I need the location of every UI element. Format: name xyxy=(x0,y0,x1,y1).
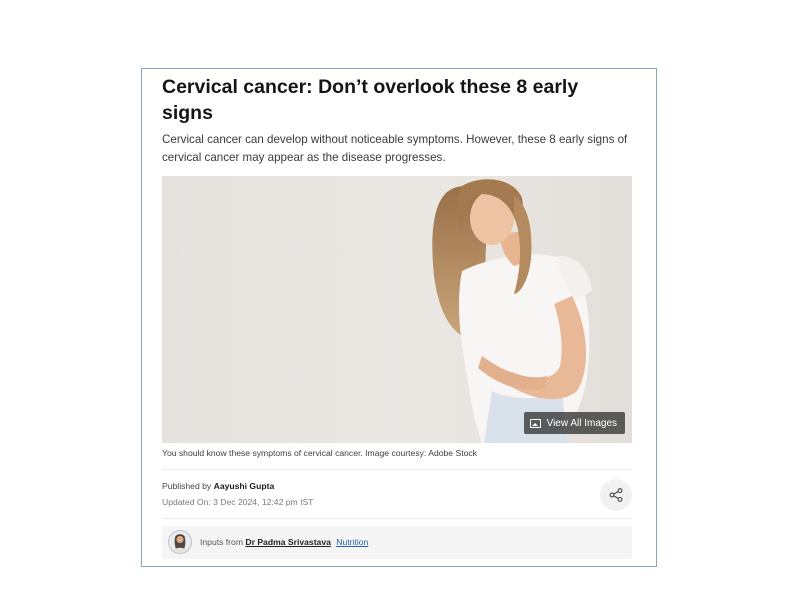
expert-name-link[interactable]: Dr Padma Srivastava xyxy=(245,537,331,547)
byline: Published by Aayushi Gupta xyxy=(162,481,274,491)
article-card: Cervical cancer: Don’t overlook these 8 … xyxy=(141,68,657,567)
share-button[interactable] xyxy=(600,479,632,511)
inputs-prefix: Inputs from xyxy=(200,537,243,547)
published-prefix: Published by xyxy=(162,481,212,491)
updated-timestamp: Updated On: 3 Dec 2024, 12:42 pm IST xyxy=(162,497,314,507)
expert-inputs-text: Inputs from Dr Padma Srivastava Nutritio… xyxy=(200,537,368,547)
view-all-images-label: View All Images xyxy=(546,417,617,429)
hero-image[interactable]: View All Images xyxy=(162,176,632,443)
image-icon xyxy=(529,418,541,428)
hero-photo-illustration xyxy=(432,179,592,443)
article-description: Cervical cancer can develop without noti… xyxy=(162,133,628,164)
view-all-images-button[interactable]: View All Images xyxy=(523,412,625,434)
expert-avatar[interactable] xyxy=(168,530,192,554)
image-caption: You should know these symptoms of cervic… xyxy=(162,448,477,458)
article-title: Cervical cancer: Don’t overlook these 8 … xyxy=(162,76,579,124)
share-icon xyxy=(609,488,623,502)
author-name[interactable]: Aayushi Gupta xyxy=(214,481,275,491)
expert-avatar-illustration xyxy=(172,534,188,553)
expert-field-link[interactable]: Nutrition xyxy=(336,537,368,547)
divider xyxy=(162,518,632,519)
divider xyxy=(162,469,632,470)
expert-inputs-box: Inputs from Dr Padma Srivastava Nutritio… xyxy=(162,526,632,559)
